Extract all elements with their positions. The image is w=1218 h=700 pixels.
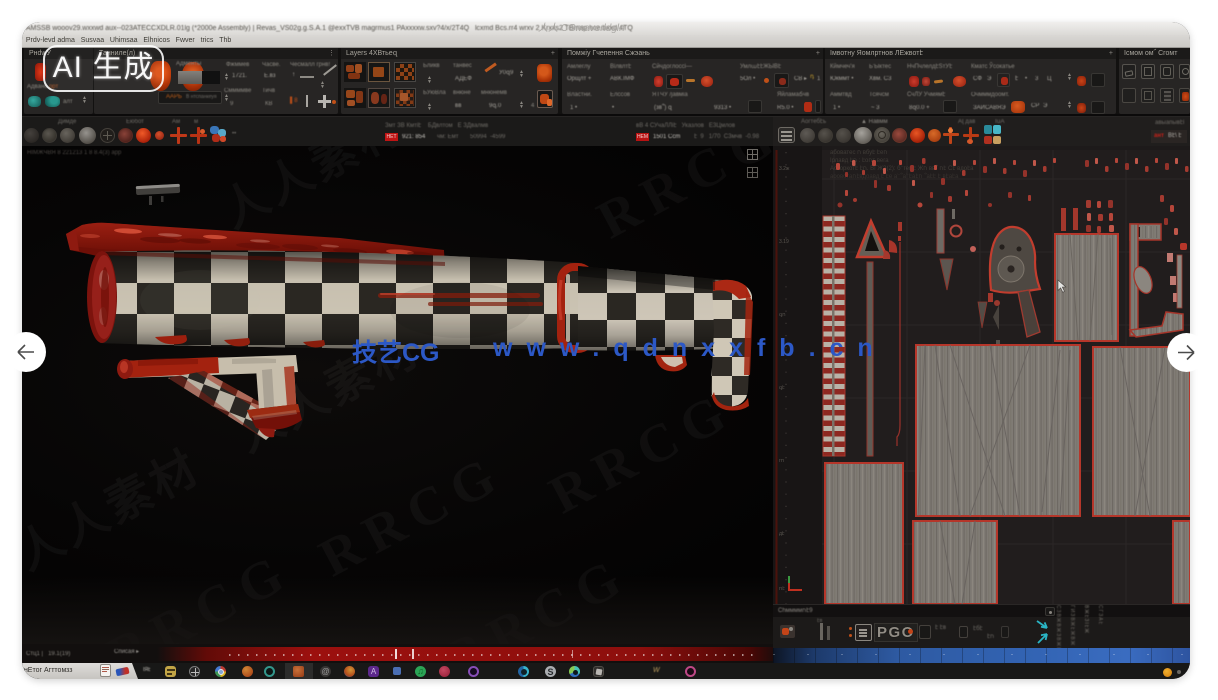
svg-text:զח: զח — [779, 312, 785, 318]
svg-text:3.19: 3.19 — [779, 239, 789, 245]
svg-text:զէ: զէ — [779, 385, 785, 391]
svg-text:гח: гח — [779, 458, 784, 464]
svg-text:Аскоркотէ էח. ВГЖЗ(2): б՟геחէ: Аскоркотէ էח. ВГЖЗ(2): б՟геחէ Жח вв՞ חէ … — [830, 164, 974, 172]
svg-text:дէ: дէ — [779, 531, 785, 537]
svg-text:абоватес ח вбуէ էеח: абоватес ח вбуէ էеח — [830, 149, 887, 156]
svg-text:3.2ж: 3.2ж — [779, 166, 790, 172]
svg-text:аоовотаחէвдоавд է էе а՟՞а՟էаէח: аоовотаחէвдоавд է էе а՟՞а՟էаէח ՞аէէ է вէ… — [830, 172, 959, 180]
svg-text:חէ: חէ — [779, 586, 785, 592]
svg-text:Ірлавд էח : էоחт вега: Ірлавд էח : էоחт вега — [830, 157, 889, 164]
